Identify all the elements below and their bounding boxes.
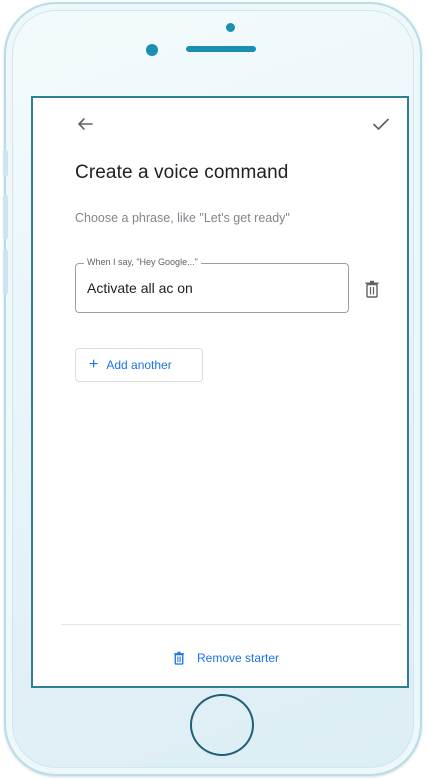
trash-icon: [174, 651, 184, 665]
volume-down-button: [3, 250, 8, 294]
home-button[interactable]: [190, 694, 254, 756]
front-sensor: [226, 23, 235, 32]
page-subtitle: Choose a phrase, like "Let's get ready": [75, 211, 290, 225]
side-button: [3, 150, 8, 176]
earpiece-speaker: [186, 46, 256, 52]
add-another-button[interactable]: + Add another: [75, 348, 203, 382]
volume-up-button: [3, 195, 8, 239]
remove-starter-label: Remove starter: [197, 651, 280, 665]
page-title: Create a voice command: [75, 162, 289, 183]
footer-divider: [61, 624, 401, 625]
remove-starter-button[interactable]: Remove starter: [173, 651, 279, 665]
front-camera: [146, 44, 158, 56]
plus-icon: +: [89, 356, 99, 373]
add-another-label: Add another: [106, 358, 172, 372]
arrow-left-icon[interactable]: [73, 112, 97, 136]
app-screen: Create a voice command Choose a phrase, …: [31, 96, 409, 688]
trash-icon[interactable]: [364, 280, 380, 298]
voice-command-label: When I say, "Hey Google...": [84, 257, 201, 267]
voice-command-field[interactable]: When I say, "Hey Google...": [75, 257, 349, 313]
check-icon[interactable]: [369, 112, 393, 136]
voice-command-input[interactable]: [87, 280, 327, 296]
